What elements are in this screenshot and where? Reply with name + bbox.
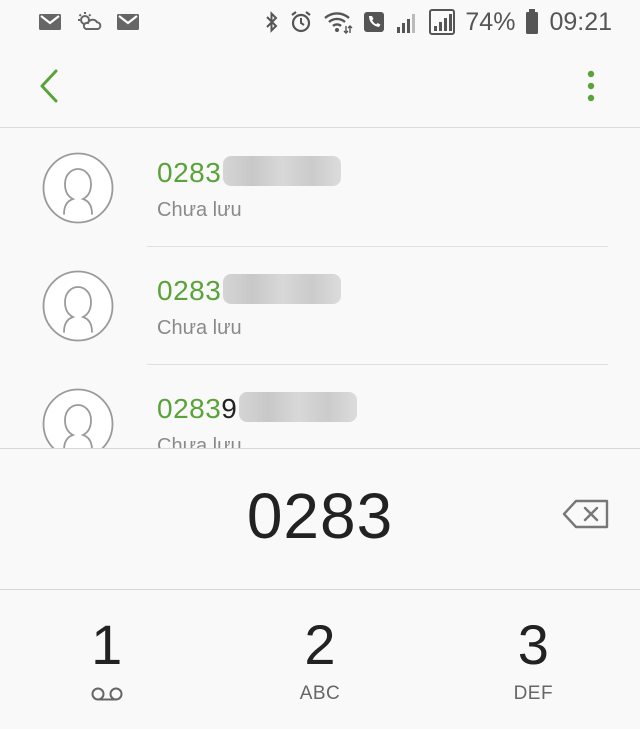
signal-icon — [395, 10, 419, 34]
blurred-digits — [239, 392, 358, 422]
alarm-icon — [289, 10, 313, 34]
key-3[interactable]: 3 DEF — [427, 591, 640, 729]
result-status-label: Chưa lưu — [157, 317, 242, 339]
blurred-digits — [223, 156, 342, 186]
back-button[interactable] — [32, 66, 66, 106]
key-2[interactable]: 2 ABC — [213, 591, 426, 729]
wifi-icon — [323, 10, 353, 34]
result-number: 02839 — [157, 392, 358, 425]
weather-icon — [76, 11, 102, 33]
key-letters: DEF — [513, 683, 554, 704]
key-digit: 3 — [517, 613, 549, 676]
result-status-label: Chưa lưu — [157, 199, 242, 221]
more-options-button[interactable] — [580, 66, 602, 106]
bluetooth-icon — [265, 11, 279, 33]
list-item[interactable]: 02839 Chưa lưu — [0, 365, 640, 448]
avatar-icon — [42, 388, 114, 448]
more-vert-icon — [587, 70, 595, 102]
gmail-icon — [38, 12, 62, 32]
result-status-label: Chưa lưu — [157, 435, 242, 448]
blurred-digits — [223, 274, 342, 304]
matched-digits: 0283 — [157, 393, 222, 424]
list-item[interactable]: 0283 Chưa lưu — [0, 129, 640, 247]
battery-icon — [525, 9, 539, 35]
battery-percent: 74% — [465, 7, 516, 36]
key-digit: 1 — [91, 613, 123, 676]
signal-icon — [429, 9, 456, 35]
result-number: 0283 — [157, 156, 342, 189]
avatar-icon — [42, 270, 114, 342]
matched-digits: 0283 — [157, 275, 222, 306]
search-results-list: 0283 Chưa lưu 0283 Chưa lưu 02839 Chưa l… — [0, 129, 640, 448]
backspace-button[interactable] — [562, 499, 610, 533]
matched-digits: 0283 — [157, 157, 222, 188]
voicemail-icon-wrap — [0, 687, 213, 701]
dial-keypad: 1 2 ABC 3 DEF — [0, 591, 640, 729]
gmail-icon — [116, 12, 140, 32]
toolbar — [0, 44, 640, 128]
key-digit: 2 — [304, 613, 336, 676]
clock: 09:21 — [549, 7, 612, 36]
avatar-icon — [42, 152, 114, 224]
status-left-icons — [38, 11, 140, 33]
dialed-number[interactable]: 0283 — [0, 479, 640, 553]
status-bar: 74% 09:21 — [0, 0, 640, 44]
dial-number-display: 0283 — [0, 448, 640, 590]
list-item[interactable]: 0283 Chưa lưu — [0, 247, 640, 365]
backspace-icon — [562, 499, 609, 529]
result-number: 0283 — [157, 274, 342, 307]
status-right-icons: 74% 09:21 — [265, 8, 612, 37]
chevron-left-icon — [40, 69, 58, 103]
key-letters: ABC — [299, 683, 341, 704]
call-icon — [363, 11, 385, 33]
key-1[interactable]: 1 — [0, 591, 213, 729]
voicemail-icon — [91, 687, 123, 701]
remaining-digits: 9 — [221, 393, 238, 424]
